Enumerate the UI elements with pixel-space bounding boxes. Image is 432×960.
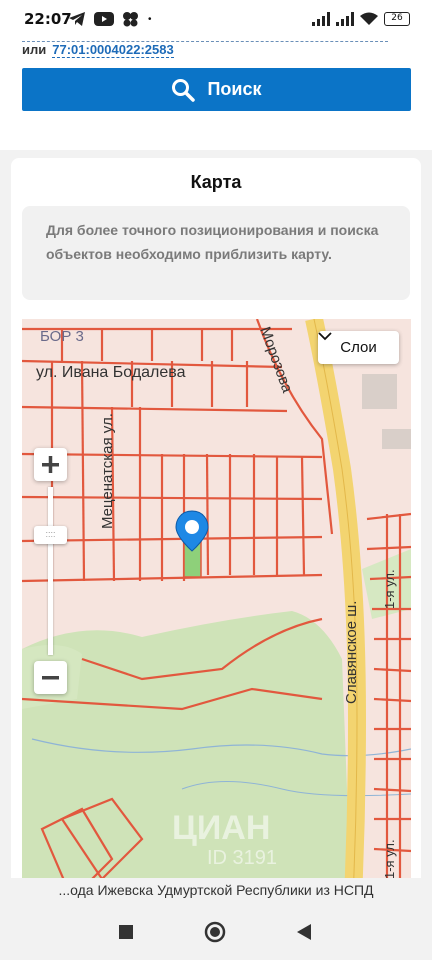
wifi-icon bbox=[360, 12, 378, 25]
watermark-text: ЦИАН bbox=[172, 809, 270, 847]
watermark-id: ID 3191 bbox=[207, 847, 277, 869]
map-label-street-bodaleva: ул. Ивана Бодалева bbox=[36, 364, 186, 381]
zoom-in-button[interactable] bbox=[34, 448, 67, 481]
telegram-icon bbox=[69, 12, 85, 26]
layers-button-label: Слои bbox=[340, 339, 377, 356]
map-pin-icon[interactable] bbox=[175, 510, 209, 552]
map-label-highway: Славянское ш. bbox=[343, 601, 360, 704]
map-card: Карта Для более точного позиционирования… bbox=[11, 158, 421, 880]
search-button-label: Поиск bbox=[207, 79, 262, 99]
status-bar: 22:07 • 26 bbox=[0, 0, 432, 40]
zoom-slider-handle[interactable]: :::: bbox=[34, 526, 67, 544]
zoom-slider-track[interactable] bbox=[48, 487, 53, 655]
signal-icon bbox=[312, 12, 330, 26]
cadastral-example-link[interactable]: 77:01:0004022:2583 bbox=[52, 42, 174, 58]
plus-icon bbox=[42, 456, 59, 473]
square-icon[interactable] bbox=[118, 924, 134, 940]
map-card-title: Карта bbox=[190, 172, 242, 192]
map-label-district: БОР 3 bbox=[40, 328, 84, 345]
map-attribution: ...ода Ижевска Удмуртской Республики из … bbox=[0, 878, 432, 902]
map-label-street-first-2: 1-я ул. bbox=[382, 839, 397, 879]
minus-icon bbox=[42, 676, 59, 680]
or-label: или bbox=[22, 42, 47, 57]
map-label-street-morozova: Морозова bbox=[256, 325, 296, 396]
circle-icon[interactable] bbox=[204, 921, 226, 943]
page-content: или 77:01:0004022:2583 Поиск Карта Для б… bbox=[0, 40, 432, 880]
search-icon bbox=[172, 78, 196, 102]
battery-indicator: 26 bbox=[384, 12, 410, 26]
signal-icon bbox=[336, 12, 354, 26]
map-hint: Для более точного позиционирования и пои… bbox=[22, 206, 410, 300]
youtube-icon bbox=[94, 12, 114, 26]
search-button[interactable]: Поиск bbox=[22, 68, 411, 111]
cadastral-hint-row: или 77:01:0004022:2583 bbox=[22, 42, 174, 58]
zoom-out-button[interactable] bbox=[34, 661, 67, 694]
status-time: 22:07 bbox=[24, 10, 72, 28]
cloud-icon bbox=[123, 12, 138, 27]
map-canvas[interactable]: БОР 3 ул. Ивана Бодалева Меценатская ул.… bbox=[22, 319, 411, 880]
map-label-street-mecenatskaya: Меценатская ул. bbox=[99, 413, 116, 529]
android-nav-bar bbox=[0, 902, 432, 960]
map-label-street-first: 1-я ул. bbox=[382, 569, 397, 609]
cadastral-map[interactable]: БОР 3 ул. Ивана Бодалева Меценатская ул.… bbox=[22, 319, 411, 880]
chevron-down-icon bbox=[318, 332, 332, 341]
layers-button[interactable]: Слои bbox=[318, 331, 399, 364]
back-icon[interactable] bbox=[296, 923, 312, 941]
